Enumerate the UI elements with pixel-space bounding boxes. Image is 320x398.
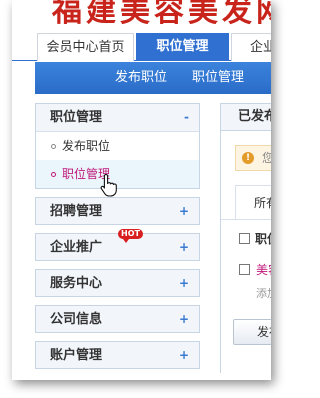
publish-job-button-label: 发布职 xyxy=(257,325,271,339)
member-center-window: 福建美容美发网 会员中心首页 职位管理 企业 发布职位 职位管理 职位管理 - … xyxy=(12,0,271,380)
bullet-icon xyxy=(51,172,56,177)
warning-icon: ! xyxy=(242,152,254,164)
tab-all-jobs-label: 所有职 xyxy=(254,196,271,210)
sidebar-header-label: 企业推广 xyxy=(50,240,103,255)
job-meta-text: 添加 xyxy=(256,287,271,300)
expand-icon[interactable]: + xyxy=(179,342,189,369)
tab-member-home[interactable]: 会员中心首页 xyxy=(37,33,134,61)
main-panel: 已发布 ! 您可 所有职 职位名 美容 添加 发布职 xyxy=(220,103,271,373)
sidebar-header-company-info[interactable]: 公司信息 + xyxy=(35,305,200,333)
sidebar-header-label: 职位管理 xyxy=(50,110,103,125)
sidebar: 职位管理 - 发布职位 职位管理 招聘管理 + 企业推广 HOT + 服务中心 … xyxy=(35,103,200,377)
sidebar-header-label: 服务中心 xyxy=(50,276,103,291)
sidebar-item-publish-job[interactable]: 发布职位 xyxy=(36,132,199,160)
sidebar-header-service[interactable]: 服务中心 + xyxy=(35,269,200,297)
panel-header: 已发布 xyxy=(221,103,271,131)
notice-text: 您可 xyxy=(262,146,271,170)
expand-icon[interactable]: + xyxy=(179,234,189,261)
row-checkbox[interactable] xyxy=(239,264,250,275)
job-title-link[interactable]: 美容 xyxy=(256,263,271,277)
bullet-icon xyxy=(51,144,56,149)
sidebar-header-recruitment[interactable]: 招聘管理 + xyxy=(35,197,200,225)
hand-cursor-icon xyxy=(100,173,117,197)
sidebar-header-label: 公司信息 xyxy=(50,312,103,327)
expand-icon[interactable]: + xyxy=(179,270,189,297)
select-all-checkbox[interactable] xyxy=(239,233,250,244)
tab-company[interactable]: 企业 xyxy=(231,33,271,61)
hot-badge: HOT xyxy=(118,229,143,243)
column-header-job-name: 职位名 xyxy=(255,232,271,246)
sidebar-header-label: 招聘管理 xyxy=(50,204,103,219)
sidebar-header-account[interactable]: 账户管理 + xyxy=(35,341,200,369)
subnav-publish-job-link[interactable]: 发布职位 xyxy=(115,62,167,94)
sidebar-header-label: 账户管理 xyxy=(50,348,103,363)
tab-all-jobs[interactable]: 所有职 xyxy=(235,185,271,219)
expand-icon[interactable]: + xyxy=(179,198,189,225)
tab-job-management[interactable]: 职位管理 xyxy=(136,33,229,61)
notice-box: ! 您可 xyxy=(235,145,271,171)
sidebar-header-jobs[interactable]: 职位管理 - xyxy=(36,104,199,132)
site-logo: 福建美容美发网 xyxy=(12,0,271,30)
top-tabs: 会员中心首页 职位管理 企业 xyxy=(12,33,271,61)
expand-icon[interactable]: + xyxy=(179,306,189,333)
sidebar-header-promotion[interactable]: 企业推广 HOT + xyxy=(35,229,200,261)
subnav-manage-jobs-link[interactable]: 职位管理 xyxy=(192,62,244,94)
divider xyxy=(221,219,271,220)
sub-nav-bar: 发布职位 职位管理 xyxy=(35,62,271,94)
collapse-icon[interactable]: - xyxy=(184,104,189,131)
sidebar-item-label: 发布职位 xyxy=(62,139,111,153)
panel-title: 已发布 xyxy=(238,109,271,124)
site-logo-text: 福建美容美发网 xyxy=(52,0,271,29)
publish-job-button[interactable]: 发布职 xyxy=(233,319,271,345)
